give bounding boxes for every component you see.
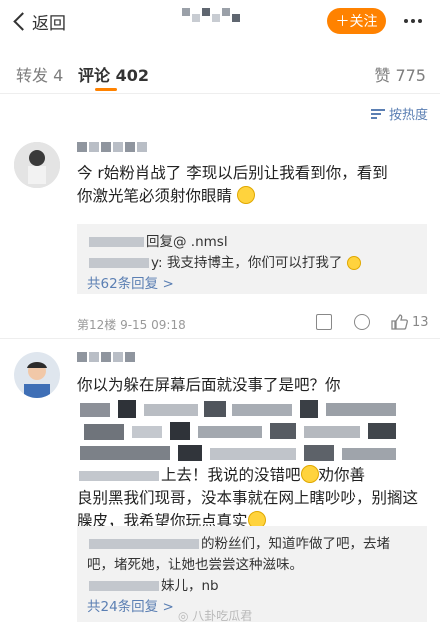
comment-text: 上去！我说的没错吧 劝你善 良别黑我们现哥，没本事就在网上瞎吵吵，别搁这 臊皮，我… bbox=[77, 464, 427, 533]
floor-timestamp: 第12楼 9-15 09:18 bbox=[77, 318, 186, 332]
comment-text-line: 你以为躲在屏幕后面就没事了是吧？你 bbox=[77, 376, 341, 394]
reply-text: 的粉丝们，知道咋做了吧，去堵 bbox=[201, 536, 390, 552]
comment-text-fragment: 上去！我说的没错吧 bbox=[161, 466, 301, 484]
reply-text: 回复@ .nmsl bbox=[146, 234, 228, 250]
comment-text-line: 良别黑我们现哥，没本事就在网上瞎吵吵，别搁这 bbox=[77, 489, 419, 507]
watermark: ◎ 八卦吃瓜君 bbox=[178, 607, 252, 624]
follow-button[interactable]: ＋关注 bbox=[327, 8, 386, 34]
share-icon bbox=[316, 314, 332, 330]
comment-text: 今 r始粉肖战了 李现以后别让我看到你，看到 你激光笔必须射你眼睛 bbox=[77, 162, 427, 208]
tab-likes[interactable]: 赞 775 bbox=[374, 62, 426, 86]
share-button[interactable] bbox=[316, 314, 332, 330]
watermark-text: 八卦吃瓜君 bbox=[192, 609, 253, 623]
divider bbox=[0, 338, 440, 339]
comment-button[interactable] bbox=[354, 314, 370, 330]
comment-item: 你以为躲在屏幕后面就没事了是吧？你 上去！我说的没错吧 劝你善 良别黑我们现哥，没… bbox=[0, 340, 440, 625]
active-tab-indicator bbox=[95, 88, 117, 91]
sort-label: 按热度 bbox=[388, 108, 428, 123]
crying-emoji-icon bbox=[236, 186, 255, 204]
comment-text-line: 今 r始粉肖战了 李现以后别让我看到你，看到 bbox=[77, 164, 388, 182]
pixelated-commenter-name[interactable] bbox=[77, 352, 135, 362]
sort-icon bbox=[370, 107, 385, 121]
reply-line: y: 我支持博主，你们可以打我了 bbox=[87, 253, 417, 274]
reply-line: 回复@ .nmsl bbox=[87, 232, 417, 253]
reply-text: 妹儿，nb bbox=[161, 578, 219, 594]
like-count: 13 bbox=[412, 314, 429, 330]
comment-text-fragment: 你激光笔必须射你眼睛 bbox=[77, 187, 233, 205]
weibo-icon: ◎ bbox=[178, 609, 193, 623]
comment-text: 你以为躲在屏幕后面就没事了是吧？你 bbox=[77, 374, 427, 397]
reply-line: 的粉丝们，知道咋做了吧，去堵 bbox=[87, 534, 417, 555]
comment-text-line: 上去！我说的没错吧 劝你善 bbox=[77, 464, 427, 487]
pixelated-commenter-name[interactable] bbox=[77, 142, 147, 152]
avatar[interactable] bbox=[14, 352, 60, 398]
reply-line: 吧，堵死她，让她也尝尝这种滋味。 bbox=[87, 557, 303, 573]
post-tabs: 转发 4 评论 402 赞 775 bbox=[0, 52, 440, 94]
reply-preview-box[interactable]: 回复@ .nmsl y: 我支持博主，你们可以打我了 共62条回复 > bbox=[77, 224, 427, 294]
like-button[interactable]: 13 bbox=[390, 313, 429, 331]
reply-text: y: 我支持博主，你们可以打我了 bbox=[151, 255, 343, 271]
tab-comments[interactable]: 评论 402 bbox=[78, 62, 149, 86]
thumbs-up-icon bbox=[391, 314, 408, 330]
back-button[interactable]: 返回 bbox=[10, 8, 66, 34]
comment-icon bbox=[354, 314, 370, 330]
back-label: 返回 bbox=[32, 13, 66, 34]
comment-text-line: 你激光笔必须射你眼睛 bbox=[77, 185, 427, 208]
more-options-icon[interactable] bbox=[404, 19, 422, 23]
view-more-replies-link[interactable]: 共62条回复 > bbox=[87, 274, 417, 295]
avatar[interactable] bbox=[14, 142, 60, 188]
chevron-left-icon bbox=[13, 11, 32, 31]
reply-line: 妹儿，nb bbox=[87, 576, 417, 597]
sort-by-hot-button[interactable]: 按热度 bbox=[370, 104, 428, 123]
comment-text-fragment: 劝你善 bbox=[318, 466, 366, 484]
pixelated-username bbox=[182, 8, 240, 22]
comment-item: 今 r始粉肖战了 李现以后别让我看到你，看到 你激光笔必须射你眼睛 回复@ .n… bbox=[0, 128, 440, 338]
top-navigation-bar: 返回 ＋关注 bbox=[0, 0, 440, 42]
crying-emoji-icon bbox=[346, 256, 361, 270]
tab-repost[interactable]: 转发 4 bbox=[16, 62, 63, 86]
smile-emoji-icon bbox=[300, 465, 319, 483]
